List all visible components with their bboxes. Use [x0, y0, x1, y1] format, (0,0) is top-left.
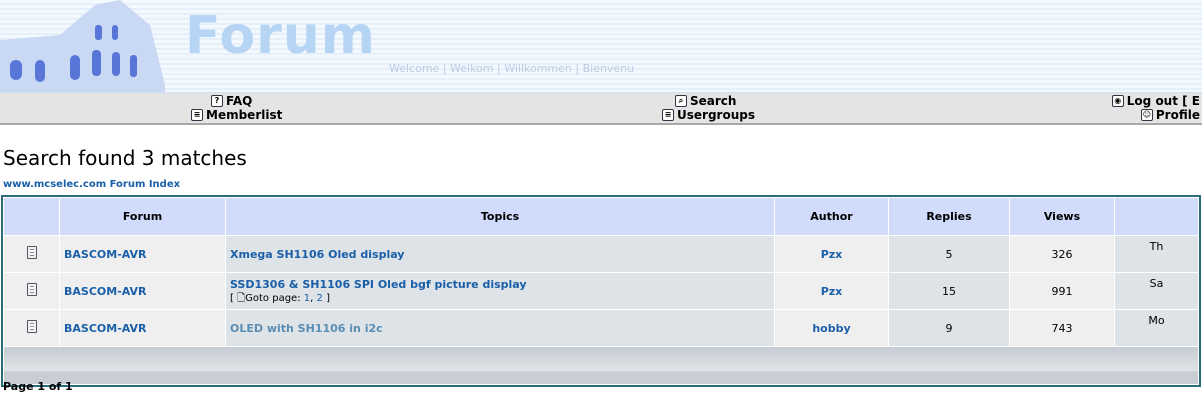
last-post: Mo: [1115, 310, 1198, 346]
nav-usergroups[interactable]: ≡ Usergroups: [662, 108, 755, 122]
header-author: Author: [775, 198, 888, 235]
replies-count: 15: [889, 273, 1009, 309]
nav-logout[interactable]: ◉ Log out [ E: [1111, 94, 1200, 108]
table-footer: [4, 347, 1198, 384]
author-link[interactable]: hobby: [812, 322, 850, 335]
forum-logo-text: Forum: [185, 6, 376, 66]
colosseum-logo: [0, 0, 165, 92]
header-forum: Forum: [60, 198, 225, 235]
forum-link[interactable]: BASCOM-AVR: [64, 322, 147, 335]
topic-link[interactable]: Xmega SH1106 Oled display: [230, 248, 404, 261]
pagination: Page 1 of 1: [3, 380, 73, 393]
nav-memberlist-label: Memberlist: [206, 108, 283, 122]
goto-suffix: ]: [326, 292, 330, 304]
goto-page-2[interactable]: 2: [317, 293, 323, 304]
nav-faq[interactable]: ? FAQ: [211, 94, 252, 108]
forum-link[interactable]: BASCOM-AVR: [64, 248, 147, 261]
nav-search-label: Search: [690, 94, 737, 108]
views-count: 743: [1010, 310, 1114, 346]
nav-search[interactable]: ⌕ Search: [675, 94, 736, 108]
table-header: Forum Topics Author Replies Views: [4, 198, 1198, 235]
topic-icon: [26, 320, 37, 333]
page-root: Forum Welcome | Welkom | Willkommen | Bi…: [0, 0, 1202, 401]
nav-usergroups-label: Usergroups: [677, 108, 755, 122]
replies-count: 5: [889, 236, 1009, 272]
nav-faq-label: FAQ: [226, 94, 253, 108]
table-row: BASCOM-AVR Xmega SH1106 Oled display Pzx…: [4, 236, 1198, 272]
topic-link[interactable]: OLED with SH1106 in i2c: [230, 322, 383, 335]
breadcrumb-forum-index[interactable]: www.mcselec.com Forum Index: [3, 179, 180, 190]
logout-icon: ◉: [1111, 95, 1124, 107]
nav-profile-label: Profile: [1155, 108, 1200, 122]
topic-link[interactable]: SSD1306 & SH1106 SPI Oled bgf picture di…: [230, 278, 527, 291]
search-icon: ⌕: [675, 95, 687, 107]
welcome-text: Welcome | Welkom | Willkommen | Bienvenu: [389, 62, 635, 75]
views-count: 326: [1010, 236, 1114, 272]
nav-memberlist[interactable]: ≡ Memberlist: [191, 108, 282, 122]
table-row: BASCOM-AVR OLED with SH1106 in i2c hobby…: [4, 310, 1198, 346]
author-link[interactable]: Pzx: [821, 285, 843, 298]
header-topics: Topics: [226, 198, 774, 235]
page-icon: 🗋: [237, 292, 246, 304]
author-link[interactable]: Pzx: [821, 248, 843, 261]
goto-pages: [ 🗋Goto page: 1, 2 ]: [230, 293, 330, 304]
topic-icon: [26, 283, 37, 296]
replies-count: 9: [889, 310, 1009, 346]
last-post: Sa: [1115, 273, 1198, 309]
forum-link[interactable]: BASCOM-AVR: [64, 285, 147, 298]
last-post: Th: [1115, 236, 1198, 272]
nav-profile[interactable]: ☺ Profile: [1140, 108, 1200, 122]
table-row: BASCOM-AVR SSD1306 & SH1106 SPI Oled bgf…: [4, 273, 1198, 309]
header-last-post: [1115, 198, 1198, 235]
groups-icon: ≡: [662, 109, 674, 121]
goto-sep: ,: [310, 292, 314, 304]
navbar: ? FAQ ≡ Memberlist ⌕ Search ≡ Usergroups ◉ Lo…: [0, 92, 1202, 125]
results-table: Forum Topics Author Replies Views BASCOM…: [1, 195, 1201, 387]
goto-label: Goto page:: [245, 292, 301, 304]
topic-icon: [26, 246, 37, 259]
nav-logout-label: Log out [ E: [1126, 94, 1200, 108]
goto-prefix: [: [230, 292, 234, 304]
header-banner: Forum Welcome | Welkom | Willkommen | Bi…: [0, 0, 1202, 92]
list-icon: ≡: [191, 109, 203, 121]
header-icon: [4, 198, 59, 235]
views-count: 991: [1010, 273, 1114, 309]
profile-icon: ☺: [1140, 109, 1153, 121]
header-replies: Replies: [889, 198, 1009, 235]
header-views: Views: [1010, 198, 1114, 235]
help-icon: ?: [211, 95, 223, 107]
page-title: Search found 3 matches: [3, 146, 247, 170]
